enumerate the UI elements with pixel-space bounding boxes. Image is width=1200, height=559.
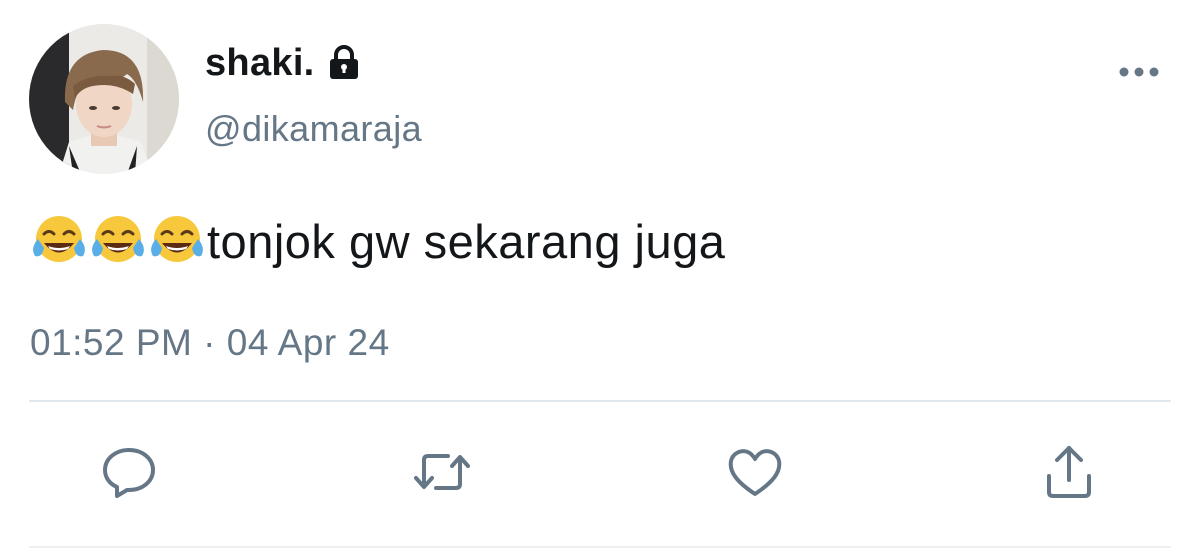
display-name-row: shaki.: [205, 40, 361, 86]
tears-of-joy-emoji: [89, 212, 147, 270]
like-icon: [728, 449, 782, 496]
like-button[interactable]: [723, 440, 787, 504]
reply-button[interactable]: [97, 440, 161, 504]
more-options-icon[interactable]: [1116, 62, 1162, 82]
divider-bottom: [29, 546, 1171, 548]
tweet-timestamp[interactable]: 01:52 PM · 04 Apr 24: [30, 322, 390, 364]
tweet-text: tonjok gw sekarang juga: [30, 211, 725, 271]
retweet-icon: [414, 454, 470, 490]
tweet-card: shaki. @dikamaraja tonjok gw sekarang ju…: [0, 0, 1200, 559]
display-name[interactable]: shaki.: [205, 42, 315, 85]
lock-icon: [327, 45, 361, 81]
retweet-button[interactable]: [410, 440, 474, 504]
avatar[interactable]: [29, 24, 179, 174]
divider: [29, 400, 1171, 402]
share-button[interactable]: [1037, 440, 1101, 504]
tears-of-joy-emoji: [148, 212, 206, 270]
profile-photo: [29, 24, 179, 174]
user-handle[interactable]: @dikamaraja: [205, 108, 422, 150]
share-icon: [1047, 446, 1091, 498]
tweet-body: tonjok gw sekarang juga: [207, 214, 726, 268]
reply-icon: [103, 448, 155, 498]
tears-of-joy-emoji: [30, 212, 88, 270]
